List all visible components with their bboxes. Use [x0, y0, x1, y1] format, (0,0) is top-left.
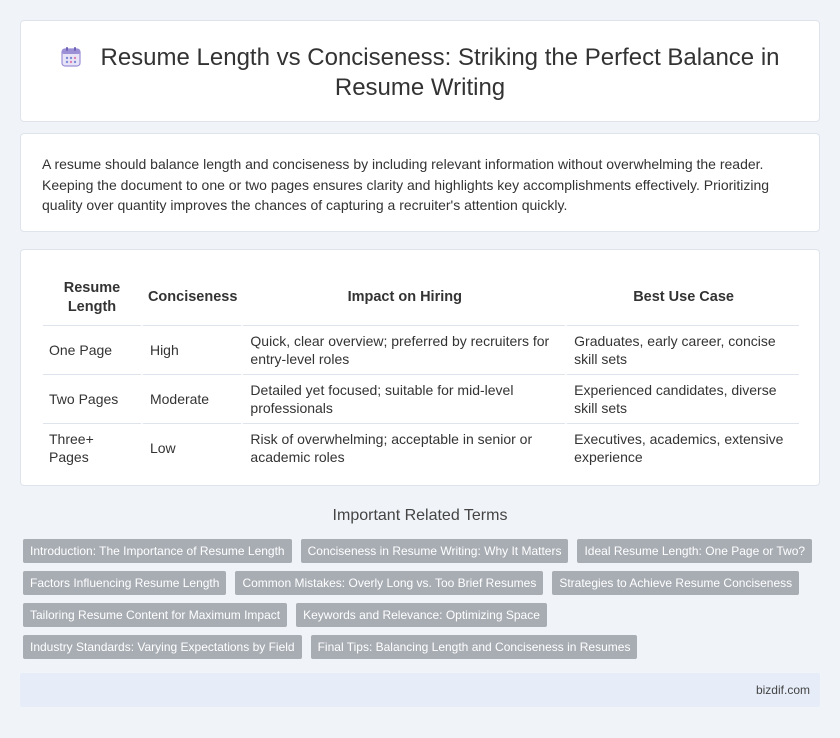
header-impact-on-hiring: Impact on Hiring [241, 270, 565, 325]
related-term-tag[interactable]: Keywords and Relevance: Optimizing Space [296, 603, 547, 627]
related-term-tag[interactable]: Strategies to Achieve Resume Conciseness [552, 571, 800, 595]
header-resume-length: Resume Length [63, 279, 121, 315]
table-header-row: Resume Length Conciseness Impact on Hiri… [43, 270, 799, 325]
intro-paragraph: A resume should balance length and conci… [42, 156, 770, 213]
related-term-tag[interactable]: Industry Standards: Varying Expectations… [23, 635, 302, 659]
calendar-icon [61, 47, 82, 67]
cell-impact: Risk of overwhelming; acceptable in seni… [241, 423, 566, 472]
cell-use-case: Executives, academics, extensive experie… [565, 423, 799, 472]
comparison-table: Resume Length Conciseness Impact on Hiri… [43, 270, 799, 472]
title-card: Resume Length vs Conciseness: Striking t… [20, 20, 820, 122]
cell-conciseness: Low [140, 423, 242, 472]
header-best-use-case: Best Use Case [565, 270, 799, 325]
table-row: Two Pages Moderate Detailed yet focused;… [43, 374, 799, 423]
related-term-tag[interactable]: Tailoring Resume Content for Maximum Imp… [23, 603, 288, 627]
footer: bizdif.com [20, 673, 820, 707]
related-term-tag[interactable]: Final Tips: Balancing Length and Concise… [310, 635, 638, 659]
page-title: Resume Length vs Conciseness: Striking t… [21, 43, 819, 103]
related-term-tag[interactable]: Introduction: The Importance of Resume L… [23, 539, 292, 563]
table-row: Three+ Pages Low Risk of overwhelming; a… [43, 423, 799, 472]
related-terms-tags: Introduction: The Importance of Resume L… [23, 539, 823, 667]
cell-impact: Quick, clear overview; preferred by recr… [241, 325, 566, 374]
intro-card: A resume should balance length and conci… [20, 133, 820, 232]
comparison-table-card: Resume Length Conciseness Impact on Hiri… [20, 249, 820, 486]
related-term-tag[interactable]: Ideal Resume Length: One Page or Two? [577, 539, 813, 563]
related-terms-heading: Important Related Terms [332, 507, 508, 524]
tag-row: Industry Standards: Varying Expectations… [23, 635, 823, 659]
page-title-text: Resume Length vs Conciseness: Striking t… [100, 44, 780, 101]
cell-length: Three+ Pages [43, 423, 141, 472]
tag-row: Factors Influencing Resume Length Common… [23, 571, 823, 595]
cell-conciseness: High [140, 325, 242, 374]
related-term-tag[interactable]: Common Mistakes: Overly Long vs. Too Bri… [235, 571, 544, 595]
related-term-tag[interactable]: Factors Influencing Resume Length [23, 571, 227, 595]
related-term-tag[interactable]: Conciseness in Resume Writing: Why It Ma… [300, 539, 569, 563]
tag-row: Tailoring Resume Content for Maximum Imp… [23, 603, 823, 627]
cell-use-case: Graduates, early career, concise skill s… [565, 325, 799, 374]
header-conciseness: Conciseness [140, 270, 241, 325]
footer-site-link[interactable]: bizdif.com [756, 683, 810, 697]
cell-impact: Detailed yet focused; suitable for mid-l… [241, 374, 566, 423]
cell-length: One Page [43, 325, 141, 374]
cell-length: Two Pages [43, 374, 141, 423]
cell-use-case: Experienced candidates, diverse skill se… [565, 374, 799, 423]
table-row: One Page High Quick, clear overview; pre… [43, 325, 799, 374]
cell-conciseness: Moderate [140, 374, 242, 423]
tag-row: Introduction: The Importance of Resume L… [23, 539, 823, 563]
